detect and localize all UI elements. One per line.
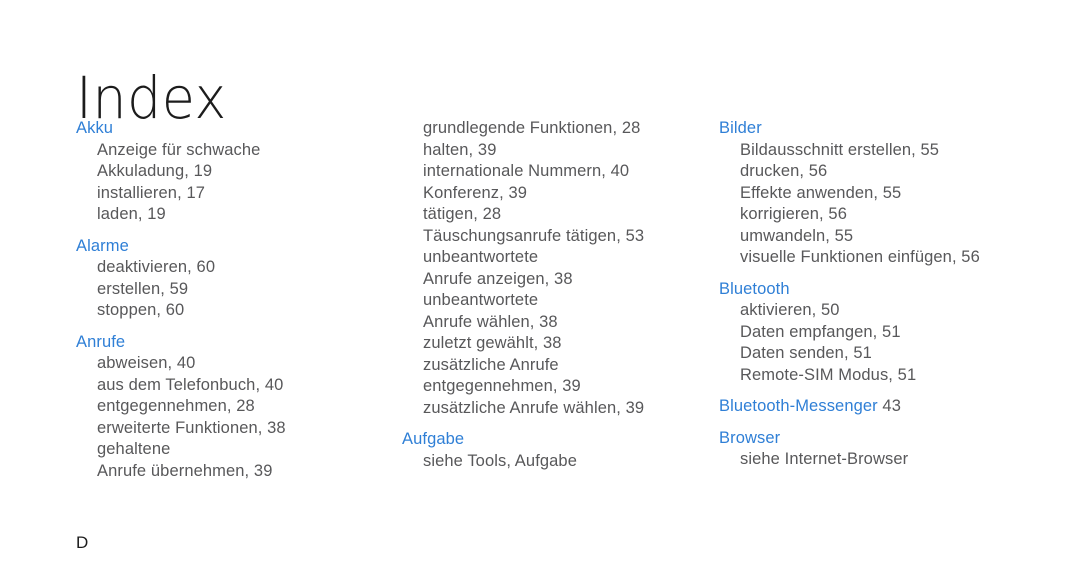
index-group: Bluetooth-Messenger 43 (719, 396, 1049, 418)
index-group: Browser siehe Internet-Browser (719, 428, 1049, 471)
index-group-heading[interactable]: Bluetooth-Messenger 43 (719, 396, 1049, 418)
index-entry[interactable]: halten, 39 (402, 140, 702, 162)
index-entry-list: abweisen, 40 aus dem Telefonbuch, 40 entge… (76, 353, 396, 482)
index-entry[interactable]: stoppen, 60 (76, 300, 396, 322)
index-entry[interactable]: zusätzliche Anrufe wählen, 39 (402, 398, 702, 420)
index-group-heading[interactable]: Browser (719, 428, 1049, 450)
index-entry[interactable]: siehe Tools, Aufgabe (402, 451, 702, 473)
index-entry[interactable]: aktivieren, 50 (719, 300, 1049, 322)
index-group-heading[interactable]: Bilder (719, 118, 1049, 140)
index-entry[interactable]: installieren, 17 (76, 183, 396, 205)
index-entry[interactable]: aus dem Telefonbuch, 40 (76, 375, 396, 397)
index-group: Alarme deaktivieren, 60 erstellen, 59 stopp… (76, 236, 396, 322)
index-entry-list: grundlegende Funktionen, 28 halten, 39 int… (402, 118, 702, 419)
index-group: Aufgabe siehe Tools, Aufgabe (402, 429, 702, 472)
index-group-heading-page: 43 (877, 397, 901, 415)
index-entry[interactable]: zuletzt gewählt, 38 (402, 333, 702, 355)
index-column-1: Akku Anzeige für schwache Akkuladung, 19 in… (76, 118, 396, 482)
index-group: Bluetooth aktivieren, 50 Daten empfangen, … (719, 279, 1049, 387)
section-letter: D (76, 533, 89, 552)
index-group-heading[interactable]: Alarme (76, 236, 396, 258)
index-entry[interactable]: Akkuladung, 19 (76, 161, 396, 183)
index-entry[interactable]: internationale Nummern, 40 (402, 161, 702, 183)
index-group: Anrufe abweisen, 40 aus dem Telefonbuch, 4… (76, 332, 396, 483)
index-entry[interactable]: Anrufe wählen, 38 (402, 312, 702, 334)
index-entry[interactable]: abweisen, 40 (76, 353, 396, 375)
index-entry-list: deaktivieren, 60 erstellen, 59 stoppen, 60 (76, 257, 396, 322)
index-entry[interactable]: korrigieren, 56 (719, 204, 1049, 226)
index-entry[interactable]: entgegennehmen, 28 (76, 396, 396, 418)
index-entry-list: siehe Internet-Browser (719, 449, 1049, 471)
index-group-heading[interactable]: Akku (76, 118, 396, 140)
index-entry[interactable]: visuelle Funktionen einfügen, 56 (719, 247, 1049, 269)
index-entry[interactable]: zusätzliche Anrufe (402, 355, 702, 377)
index-columns: Akku Anzeige für schwache Akkuladung, 19 in… (0, 118, 1080, 518)
index-entry[interactable]: gehaltene (76, 439, 396, 461)
index-entry[interactable]: deaktivieren, 60 (76, 257, 396, 279)
index-entry[interactable]: laden, 19 (76, 204, 396, 226)
index-entry-list: siehe Tools, Aufgabe (402, 451, 702, 473)
index-group: Bilder Bildausschnitt erstellen, 55 drucke… (719, 118, 1049, 269)
index-group: Akku Anzeige für schwache Akkuladung, 19 in… (76, 118, 396, 226)
index-group: grundlegende Funktionen, 28 halten, 39 int… (402, 118, 702, 419)
index-entry[interactable]: Remote-SIM Modus, 51 (719, 365, 1049, 387)
index-entry[interactable]: Anrufe übernehmen, 39 (76, 461, 396, 483)
index-entry[interactable]: erstellen, 59 (76, 279, 396, 301)
index-entry[interactable]: Anrufe anzeigen, 38 (402, 269, 702, 291)
index-entry-list: Anzeige für schwache Akkuladung, 19 instal… (76, 140, 396, 226)
index-entry-list: aktivieren, 50 Daten empfangen, 51 Daten s… (719, 300, 1049, 386)
index-entry[interactable]: erweiterte Funktionen, 38 (76, 418, 396, 440)
index-entry[interactable]: entgegennehmen, 39 (402, 376, 702, 398)
index-column-3: Bilder Bildausschnitt erstellen, 55 drucke… (719, 118, 1049, 471)
index-group-heading[interactable]: Aufgabe (402, 429, 702, 451)
index-entry[interactable]: unbeantwortete (402, 247, 702, 269)
index-entry[interactable]: Bildausschnitt erstellen, 55 (719, 140, 1049, 162)
index-entry[interactable]: Effekte anwenden, 55 (719, 183, 1049, 205)
index-group-heading[interactable]: Anrufe (76, 332, 396, 354)
index-entry[interactable]: tätigen, 28 (402, 204, 702, 226)
index-entry-list: Bildausschnitt erstellen, 55 drucken, 56 E… (719, 140, 1049, 269)
index-entry[interactable]: Daten empfangen, 51 (719, 322, 1049, 344)
index-entry[interactable]: drucken, 56 (719, 161, 1049, 183)
index-column-2: grundlegende Funktionen, 28 halten, 39 int… (402, 118, 702, 472)
index-page: Index Akku Anzeige für schwache Akkuladung… (0, 0, 1080, 585)
index-entry[interactable]: unbeantwortete (402, 290, 702, 312)
index-entry[interactable]: Anzeige für schwache (76, 140, 396, 162)
index-entry[interactable]: siehe Internet-Browser (719, 449, 1049, 471)
index-entry[interactable]: Konferenz, 39 (402, 183, 702, 205)
index-entry[interactable]: Täuschungsanrufe tätigen, 53 (402, 226, 702, 248)
index-entry[interactable]: grundlegende Funktionen, 28 (402, 118, 702, 140)
index-entry[interactable]: umwandeln, 55 (719, 226, 1049, 248)
index-entry[interactable]: Daten senden, 51 (719, 343, 1049, 365)
index-group-heading[interactable]: Bluetooth (719, 279, 1049, 301)
